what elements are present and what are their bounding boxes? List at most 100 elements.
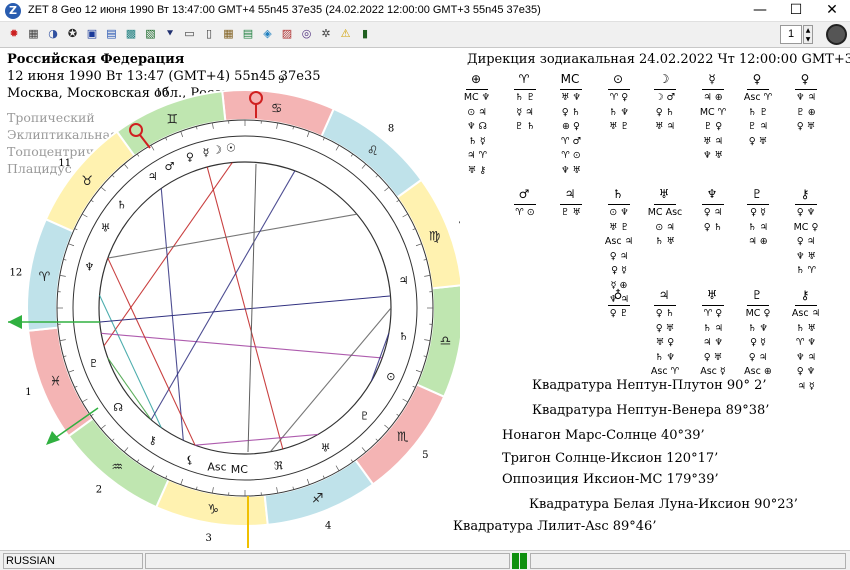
direction-column-item: ♀ ♃ [796, 236, 816, 247]
house-number: 9 [278, 75, 284, 86]
maximize-button[interactable]: ☐ [778, 0, 814, 22]
planet-glyph: ♇ [360, 410, 370, 423]
planet-glyph: ♅ [321, 441, 331, 454]
direction-column-item: ♀ ♅ [703, 351, 723, 363]
aspect-line [206, 166, 284, 450]
direction-column-item: ♄ ♆ [654, 351, 676, 363]
chart-wheel-icon[interactable]: ✪ [65, 26, 81, 42]
direction-column-item: ⊙ ♆ [609, 207, 629, 218]
planet-glyph: ℜ [274, 459, 283, 472]
direction-column-item: ♆ ☊ [467, 121, 487, 132]
degree-tick [424, 339, 431, 341]
degree-tick [100, 186, 106, 192]
direction-column-item: ♅ ⚷ [467, 164, 487, 176]
planet-glyph: ☉ [226, 142, 236, 155]
planet-glyph: Asc [207, 461, 226, 474]
direction-column-item: ♄ ♇ [747, 106, 769, 118]
paint2-icon[interactable]: ▨ [279, 26, 295, 42]
arrow-icon[interactable]: ⯆ [162, 26, 178, 42]
planet-glyph: ♅ [101, 222, 111, 235]
spin-arrows[interactable]: ▲ ▼ [803, 25, 813, 44]
direction-column-head: ♀ [800, 72, 810, 86]
direction-column-rule [608, 204, 630, 205]
page-spin-input[interactable]: 1 [780, 25, 802, 44]
direction-column-head: ☽ [658, 72, 670, 86]
natal-chart-wheel[interactable]: ♓1♒2♑3♐4♏5♎6♍7♌8♋9♊10♉11♈12☉☽☿♀♂♃♄♅♆♇☊⚷⚸… [0, 48, 460, 550]
warning-icon[interactable]: ⚠ [338, 26, 354, 42]
direction-column-list: ♄ ♇ ☿ ♃ ♇ ♄ [506, 91, 544, 135]
direction-column-head: ♇ [751, 288, 763, 302]
status-led-1 [512, 553, 519, 569]
direction-column-rule [747, 89, 769, 90]
table-icon[interactable]: ▤ [104, 26, 120, 42]
globe-icon[interactable]: ◈ [260, 26, 276, 42]
close-button[interactable]: ✕ [814, 0, 850, 22]
planet-glyph: ⊙ [386, 370, 395, 383]
direction-column-head: ♂ [518, 187, 530, 201]
minimize-button[interactable]: — [742, 0, 778, 22]
sheet-icon[interactable]: ▤ [240, 26, 256, 42]
target-icon[interactable]: ◎ [299, 26, 315, 42]
record-button[interactable] [826, 24, 847, 45]
direction-column-item: MC ♀ [793, 221, 819, 233]
zodiac-glyph: ♒ [111, 460, 123, 475]
degree-tick [335, 465, 340, 471]
page-icon[interactable]: ▭ [182, 26, 198, 42]
planet-glyph: ♇ [89, 357, 99, 370]
aspect-line: Квадратура Нептун-Венера 89°38’ [532, 403, 770, 418]
status-cell [145, 553, 510, 569]
degree-tick [180, 131, 184, 138]
direction-column-item: ♈ ♆ [795, 337, 817, 348]
degree-tick [361, 447, 367, 453]
direction-column-item: ♀ ♇ [609, 308, 629, 319]
direction-column-list: MC ♆ ⊙ ♃ ♆ ☊ ♄ ☿ ♃ ♈ ♅ ⚷ [458, 91, 496, 178]
direction-column-item: ☿ ♃ [516, 106, 534, 118]
direction-column-rule [702, 305, 724, 306]
degree-tick [384, 186, 390, 192]
paint-icon[interactable]: ▧ [143, 26, 159, 42]
aspect-line: Квадратура Нептун-Плутон 90° 2’ [532, 378, 767, 393]
house-number: 7 [458, 221, 460, 232]
planet-glyph: ⚷ [149, 434, 157, 447]
zodiac-glyph: ♏ [397, 430, 409, 445]
direction-column-head: ☿ [708, 72, 716, 86]
disk-icon[interactable]: ◑ [45, 26, 61, 42]
direction-column-item: ♃ ♈ [466, 150, 488, 161]
zodiac-glyph: ♌ [367, 144, 379, 159]
direction-column-item: ♀ ♆ [796, 366, 816, 377]
window-title: ZET 8 Geo 12 июня 1990 Вт 13:47:00 GMT+4… [28, 4, 541, 16]
degree-tick [375, 174, 379, 178]
direction-column-list: Asc ♈ ♄ ♇ ♇ ♃ ♀ ♅ [739, 91, 777, 149]
house-number: 4 [325, 521, 331, 532]
flag-icon[interactable]: ▣ [84, 26, 100, 42]
direction-column-list: MC Asc ⊙ ♃ ♄ ♅ [646, 206, 684, 250]
table2-icon[interactable]: ▦ [221, 26, 237, 42]
aspect-line: Квадратура Лилит-Asc 89°46’ [453, 519, 657, 534]
stats-icon[interactable]: ▮ [357, 26, 373, 42]
title-bar: Z ZET 8 Geo 12 июня 1990 Вт 13:47:00 GMT… [0, 0, 850, 22]
image-icon[interactable]: ▩ [123, 26, 139, 42]
direction-column-rule [608, 89, 630, 90]
direction-column-item: MC ♈ [699, 106, 727, 118]
book-icon[interactable]: ▯ [201, 26, 217, 42]
degree-tick [123, 447, 129, 453]
planet-glyph: ☿ [203, 146, 210, 159]
bug-icon[interactable]: ✹ [6, 26, 22, 42]
direction-column-item: ♆ ♅ [560, 164, 582, 176]
axis2-arrow-icon [46, 431, 60, 445]
direction-column-item: ♇ ♄ [514, 121, 536, 132]
grid-icon[interactable]: ▦ [26, 26, 42, 42]
direction-column-item: ♈ ⊙ [561, 150, 581, 161]
direction-column-item: ♇ ♅ [560, 207, 582, 218]
direction-column-item: ♀ ♄ [655, 106, 675, 118]
status-led-2 [520, 553, 527, 569]
direction-column-rule [747, 204, 769, 205]
direction-column-item: ♄ ♃ [702, 322, 724, 334]
degree-tick [82, 398, 88, 403]
gear-icon[interactable]: ✲ [318, 26, 334, 42]
aspect-line: Тригон Солнце-Иксион 120°17’ [502, 451, 719, 466]
degree-tick [306, 478, 310, 485]
planet-glyph: ♄ [399, 330, 409, 343]
direction-column-head: ♄ [612, 187, 624, 201]
direction-column-head: ♃ [564, 187, 576, 201]
